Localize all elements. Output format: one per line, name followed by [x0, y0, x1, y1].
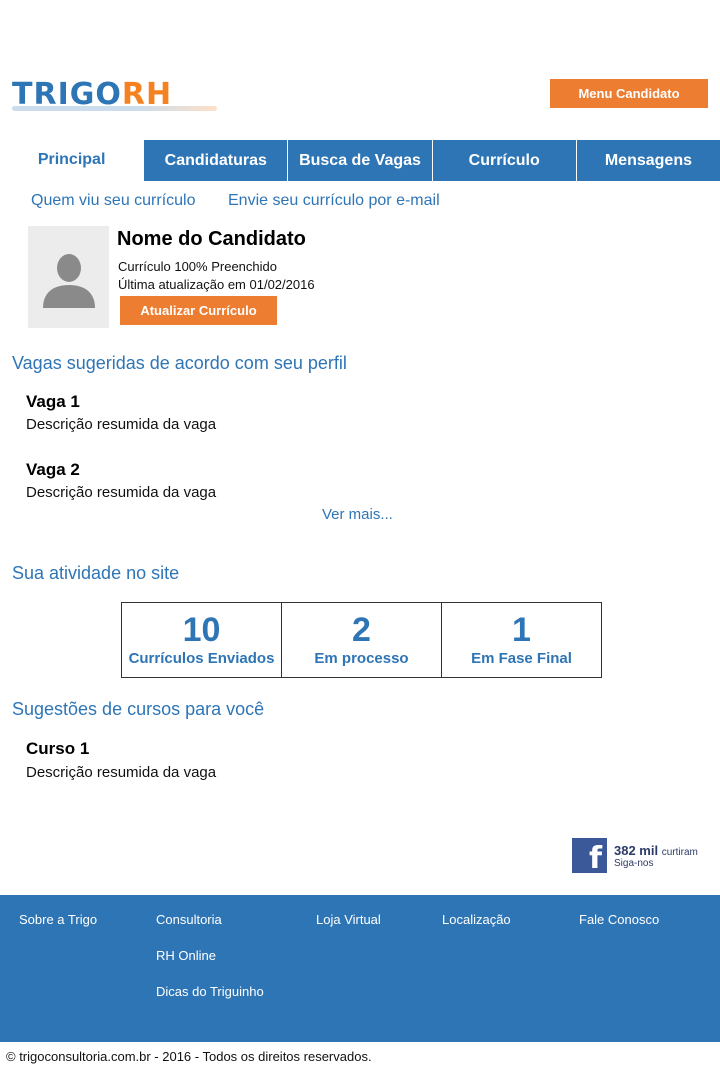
tab-mensagens[interactable]: Mensagens	[576, 140, 720, 181]
tab-candidaturas[interactable]: Candidaturas	[144, 140, 289, 181]
suggested-jobs-title: Vagas sugeridas de acordo com seu perfil	[12, 353, 347, 373]
tab-busca-de-vagas[interactable]: Busca de Vagas	[288, 140, 433, 181]
copyright: © trigoconsultoria.com.br - 2016 - Todos…	[6, 1049, 372, 1064]
job-title[interactable]: Vaga 1	[26, 392, 80, 412]
facebook-like-count: 382 mil curtiram	[614, 843, 698, 858]
tab-principal[interactable]: Principal	[0, 140, 145, 181]
activity-stats: 10 Currículos Enviados 2 Em processo 1 E…	[121, 602, 602, 678]
job-title[interactable]: Vaga 2	[26, 460, 80, 480]
stat-final-phase[interactable]: 1 Em Fase Final	[442, 603, 601, 677]
footer-link-consultoria[interactable]: Consultoria	[156, 912, 222, 927]
tab-curriculo[interactable]: Currículo	[432, 140, 577, 181]
footer: Sobre a Trigo Consultoria Loja Virtual L…	[0, 895, 720, 1042]
footer-link-loja-virtual[interactable]: Loja Virtual	[316, 912, 381, 927]
stat-value: 2	[352, 611, 371, 649]
activity-title: Sua atividade no site	[12, 563, 180, 583]
footer-link-rh-online[interactable]: RH Online	[156, 948, 216, 963]
resume-completion: Currículo 100% Preenchido	[118, 259, 277, 274]
update-resume-button[interactable]: Atualizar Currículo	[120, 296, 277, 325]
footer-link-dicas-do-triguinho[interactable]: Dicas do Triguinho	[156, 984, 264, 999]
footer-link-localizacao[interactable]: Localização	[442, 912, 511, 927]
facebook-icon[interactable]: f	[572, 838, 607, 876]
see-more-link[interactable]: Ver mais...	[322, 506, 393, 523]
user-silhouette-icon	[43, 254, 95, 308]
stat-label: Em processo	[314, 650, 409, 667]
trigo-rh-logo[interactable]: TRIGORH	[12, 70, 217, 112]
candidate-name: Nome do Candidato	[117, 228, 306, 250]
facebook-follow-text: Siga-nos	[614, 858, 654, 869]
stat-label: Em Fase Final	[471, 650, 572, 667]
last-update: Última atualização em 01/02/2016	[118, 277, 315, 292]
stat-resumes-sent[interactable]: 10 Currículos Enviados	[122, 603, 282, 677]
who-viewed-resume-link[interactable]: Quem viu seu currículo	[31, 192, 196, 210]
course-description: Descrição resumida da vaga	[26, 764, 217, 781]
stat-in-process[interactable]: 2 Em processo	[282, 603, 442, 677]
course-title[interactable]: Curso 1	[26, 739, 89, 759]
footer-link-sobre-a-trigo[interactable]: Sobre a Trigo	[19, 912, 97, 927]
job-description: Descrição resumida da vaga	[26, 484, 217, 501]
stat-value: 10	[182, 611, 221, 649]
email-resume-link[interactable]: Envie seu currículo por e-mail	[228, 192, 440, 210]
logo-swoosh	[12, 106, 217, 111]
main-nav-tabs: Principal Candidaturas Busca de Vagas Cu…	[0, 140, 720, 181]
facebook-widget[interactable]: f 382 mil curtiram Siga-nos	[572, 838, 712, 876]
courses-title: Sugestões de cursos para você	[12, 699, 265, 719]
footer-link-fale-conosco[interactable]: Fale Conosco	[579, 912, 659, 927]
stat-label: Currículos Enviados	[128, 650, 275, 667]
avatar	[28, 226, 109, 328]
stat-value: 1	[512, 611, 531, 649]
menu-candidato-button[interactable]: Menu Candidato	[550, 79, 708, 108]
job-description: Descrição resumida da vaga	[26, 416, 217, 433]
